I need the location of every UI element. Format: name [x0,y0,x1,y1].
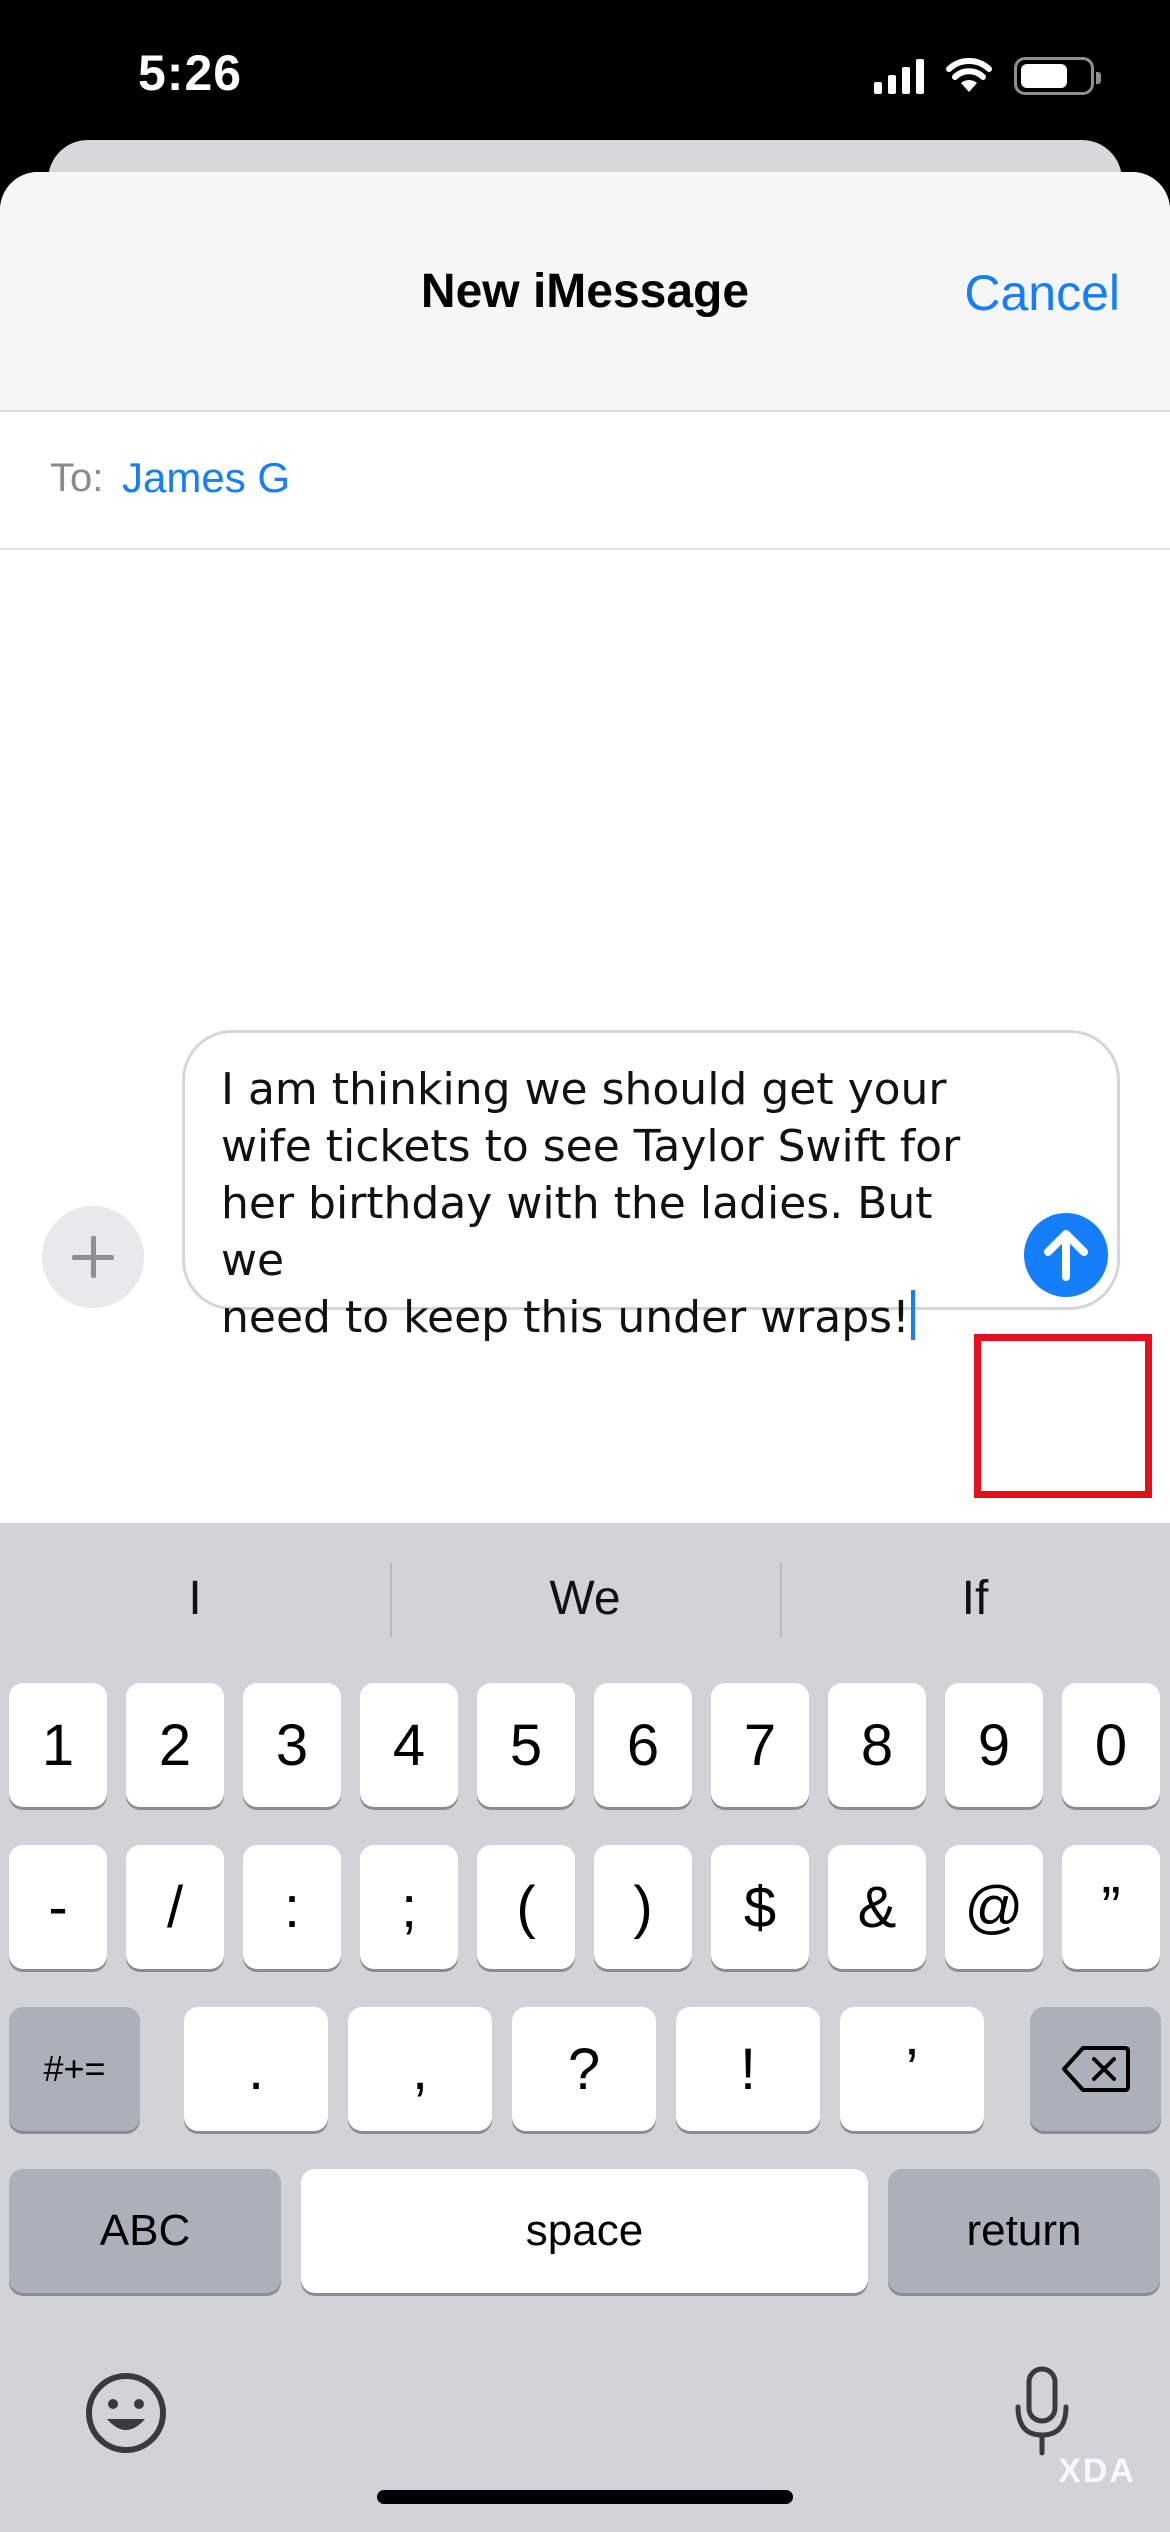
key[interactable]: 5 [477,1683,575,1807]
arrow-up-icon [1044,1230,1088,1281]
message-line-text: need to keep this under wraps! [221,1292,910,1343]
key[interactable]: / [126,1845,224,1969]
key[interactable]: ” [1062,1845,1160,1969]
key[interactable]: ? [512,2007,656,2131]
key[interactable]: ; [360,1845,458,1969]
status-time: 5:26 [138,45,243,101]
to-label: To: [50,456,104,500]
suggestion-item[interactable]: I [0,1523,390,1673]
microphone-icon[interactable] [1012,2365,1072,2461]
key[interactable]: 9 [945,1683,1043,1807]
status-icons [874,56,1101,96]
key[interactable]: ( [477,1845,575,1969]
delete-key[interactable] [1030,2007,1161,2131]
message-line: her birthday with the ladies. But we [221,1178,933,1286]
recipient-row[interactable]: To: James G [0,412,1170,550]
home-indicator[interactable] [377,2490,793,2504]
key[interactable]: @ [945,1845,1043,1969]
status-bar: 5:26 [0,0,1170,150]
return-key[interactable]: return [888,2169,1160,2293]
key[interactable]: 4 [360,1683,458,1807]
message-line: wife tickets to see Taylor Swift for [221,1121,961,1172]
message-line: need to keep this under wraps! [221,1289,981,1346]
cellular-signal-icon [874,58,924,94]
cancel-button[interactable]: Cancel [964,264,1120,322]
abc-key[interactable]: ABC [9,2169,281,2293]
sheet-header: New iMessage Cancel [0,172,1170,412]
battery-icon [1014,57,1101,95]
key[interactable]: ’ [840,2007,984,2131]
message-input[interactable]: I am thinking we should get your wife ti… [182,1030,1120,1343]
key[interactable]: ! [676,2007,820,2131]
key[interactable]: 8 [828,1683,926,1807]
key[interactable]: $ [711,1845,809,1969]
add-attachment-button[interactable] [42,1206,144,1308]
key[interactable]: 6 [594,1683,692,1807]
recipient-token[interactable]: James G [122,454,290,502]
key[interactable]: 3 [243,1683,341,1807]
message-text: I am thinking we should get your wife ti… [221,1061,981,1346]
key[interactable]: 0 [1062,1683,1160,1807]
space-key[interactable]: space [301,2169,868,2293]
key[interactable]: , [348,2007,492,2131]
key[interactable]: : [243,1845,341,1969]
keyboard: I We If 1 2 3 4 5 6 7 8 9 0 - / : ; ( ) … [0,1523,1170,2532]
predictive-bar: I We If [0,1523,1170,1673]
key[interactable]: . [184,2007,328,2131]
backspace-icon [1061,2046,1130,2092]
wifi-icon [946,58,992,92]
message-line: I am thinking we should get your [221,1064,947,1115]
send-button[interactable] [1024,1213,1108,1297]
text-cursor [910,1290,915,1340]
key[interactable]: - [9,1845,107,1969]
emoji-icon[interactable] [84,2371,168,2455]
key[interactable]: & [828,1845,926,1969]
key[interactable]: 2 [126,1683,224,1807]
key[interactable]: ) [594,1845,692,1969]
key[interactable]: 1 [9,1683,107,1807]
symbols-key[interactable]: #+= [9,2007,140,2131]
key[interactable]: 7 [711,1683,809,1807]
watermark-logo: XDA [1058,2452,1136,2490]
suggestion-item[interactable]: We [390,1523,780,1673]
send-button-highlight [974,1334,1152,1498]
suggestion-item[interactable]: If [780,1523,1170,1673]
